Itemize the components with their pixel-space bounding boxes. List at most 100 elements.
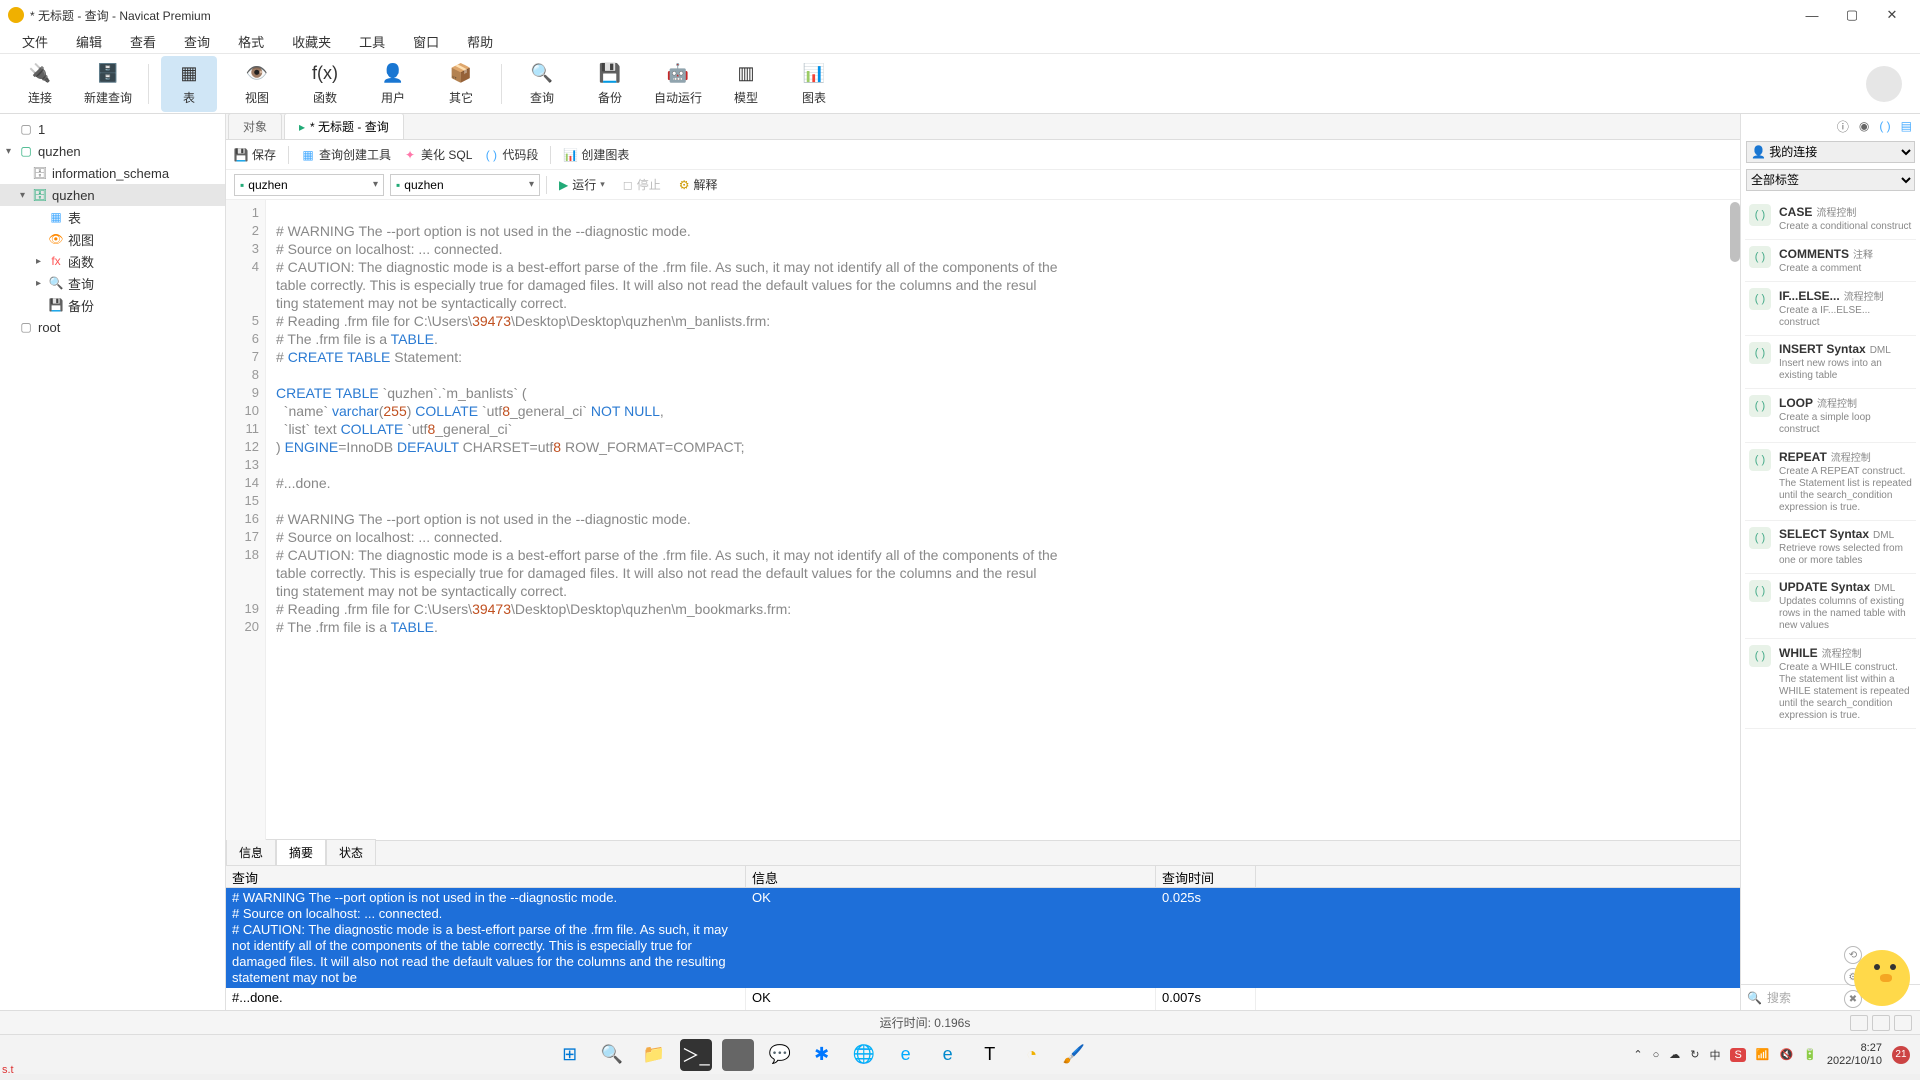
snippet-SELECT Syntax[interactable]: ( )SELECT SyntaxDMLRetrieve rows selecte… xyxy=(1745,521,1916,574)
tree-quzhen[interactable]: ▾▢quzhen xyxy=(0,140,225,162)
edge2-icon[interactable]: e xyxy=(932,1039,964,1071)
tree-备份[interactable]: 💾备份 xyxy=(0,294,225,316)
tray-chevron-icon[interactable]: ⌃ xyxy=(1633,1048,1642,1061)
tray-s-icon[interactable]: S xyxy=(1730,1048,1745,1062)
app-icon-1[interactable] xyxy=(722,1039,754,1071)
tray-wifi-icon[interactable]: 📶 xyxy=(1756,1048,1770,1061)
tray-battery-icon[interactable]: 🔋 xyxy=(1803,1048,1817,1061)
chrome-icon[interactable]: 🌐 xyxy=(848,1039,880,1071)
tree-1[interactable]: ▢1 xyxy=(0,118,225,140)
menu-工具[interactable]: 工具 xyxy=(345,32,399,51)
database-dropdown[interactable]: ▪quzhen▾ xyxy=(390,174,540,196)
notification-badge[interactable]: 21 xyxy=(1892,1046,1910,1064)
toolbar-用户[interactable]: 👤用户 xyxy=(365,56,421,112)
toolbar-连接[interactable]: 🔌连接 xyxy=(12,56,68,112)
layout-btn-3[interactable] xyxy=(1894,1015,1912,1031)
tree-表[interactable]: ▦表 xyxy=(0,206,225,228)
text-icon[interactable]: T xyxy=(974,1039,1006,1071)
explain-button[interactable]: ⚙解释 xyxy=(673,176,724,193)
connection-select[interactable]: 👤 我的连接 xyxy=(1746,141,1915,163)
snippet-icon[interactable]: ▤ xyxy=(1901,119,1912,133)
tray-volume-icon[interactable]: 🔇 xyxy=(1780,1048,1794,1061)
result-tab-状态[interactable]: 状态 xyxy=(326,839,376,865)
layout-btn-2[interactable] xyxy=(1872,1015,1890,1031)
tree-函数[interactable]: ▸fx函数 xyxy=(0,250,225,272)
navicat-icon[interactable]: ◔ xyxy=(1016,1039,1048,1071)
tree-root[interactable]: ▢root xyxy=(0,316,225,338)
tab-query[interactable]: ▸* 无标题 - 查询 xyxy=(284,113,404,139)
snippet-INSERT Syntax[interactable]: ( )INSERT SyntaxDMLInsert new rows into … xyxy=(1745,336,1916,389)
snippet-REPEAT[interactable]: ( )REPEAT流程控制Create A REPEAT construct. … xyxy=(1745,443,1916,521)
result-tab-信息[interactable]: 信息 xyxy=(226,839,276,865)
header-message[interactable]: 信息 xyxy=(746,866,1156,887)
close-button[interactable]: ✕ xyxy=(1872,1,1912,29)
explorer-icon[interactable]: 📁 xyxy=(638,1039,670,1071)
result-row[interactable]: # WARNING The --port option is not used … xyxy=(226,1008,1740,1010)
search-icon[interactable]: 🔍 xyxy=(596,1039,628,1071)
eye-icon[interactable]: ◉ xyxy=(1859,119,1869,133)
tray-cloud-icon[interactable]: ☁ xyxy=(1669,1048,1680,1061)
info-icon[interactable]: ⓘ xyxy=(1837,118,1849,135)
run-button[interactable]: ▶运行▾ xyxy=(553,176,611,193)
snippet-CASE[interactable]: ( )CASE流程控制Create a conditional construc… xyxy=(1745,198,1916,240)
start-button[interactable]: ⊞ xyxy=(554,1039,586,1071)
menu-收藏夹[interactable]: 收藏夹 xyxy=(278,32,345,51)
toolbar-新建查询[interactable]: 🗄️新建查询 xyxy=(80,56,136,112)
snippet-WHILE[interactable]: ( )WHILE流程控制Create a WHILE construct. Th… xyxy=(1745,639,1916,729)
toolbar-表[interactable]: ▦表 xyxy=(161,56,217,112)
app-icon-2[interactable]: ✱ xyxy=(806,1039,838,1071)
snippet-button[interactable]: ( )代码段 xyxy=(484,146,538,163)
tray-sync-icon[interactable]: ↻ xyxy=(1690,1048,1699,1061)
minimize-button[interactable]: — xyxy=(1792,1,1832,29)
user-avatar[interactable] xyxy=(1866,66,1902,102)
toolbar-图表[interactable]: 📊图表 xyxy=(786,56,842,112)
tree-查询[interactable]: ▸🔍查询 xyxy=(0,272,225,294)
tab-objects[interactable]: 对象 xyxy=(228,113,282,139)
brackets-icon[interactable]: ( ) xyxy=(1879,119,1890,133)
snippet-IF...ELSE...[interactable]: ( )IF...ELSE...流程控制Create a IF...ELSE...… xyxy=(1745,282,1916,336)
code-content[interactable]: # WARNING The --port option is not used … xyxy=(266,200,1740,840)
menu-查看[interactable]: 查看 xyxy=(116,32,170,51)
tray-ime-icon[interactable]: 中 xyxy=(1709,1047,1720,1063)
menu-格式[interactable]: 格式 xyxy=(224,32,278,51)
app-icon-3[interactable]: 🖌️ xyxy=(1058,1039,1090,1071)
toolbar-备份[interactable]: 💾备份 xyxy=(582,56,638,112)
menu-编辑[interactable]: 编辑 xyxy=(62,32,116,51)
toolbar-自动运行[interactable]: 🤖自动运行 xyxy=(650,56,706,112)
toolbar-其它[interactable]: 📦其它 xyxy=(433,56,489,112)
layout-btn-1[interactable] xyxy=(1850,1015,1868,1031)
mascot[interactable]: ⟲ ⚙ ✖ xyxy=(1844,940,1914,1010)
maximize-button[interactable]: ▢ xyxy=(1832,1,1872,29)
system-tray[interactable]: ⌃ ○ ☁ ↻ 中 S 📶 🔇 🔋 8:272022/10/10 21 xyxy=(1633,1042,1910,1068)
query-builder-button[interactable]: ▦查询创建工具 xyxy=(301,146,391,163)
sql-editor[interactable]: 1 2 3 4 5 6 7 8 9 10 11 12 13 14 15 16 1… xyxy=(226,200,1740,840)
menu-帮助[interactable]: 帮助 xyxy=(453,32,507,51)
tree-视图[interactable]: 👁视图 xyxy=(0,228,225,250)
clock[interactable]: 8:272022/10/10 xyxy=(1827,1042,1882,1068)
header-query[interactable]: 查询 xyxy=(226,866,746,887)
stop-button[interactable]: ◻停止 xyxy=(617,176,667,193)
wechat-icon[interactable]: 💬 xyxy=(764,1039,796,1071)
save-button[interactable]: 💾保存 xyxy=(234,146,276,163)
toolbar-查询[interactable]: 🔍查询 xyxy=(514,56,570,112)
menu-查询[interactable]: 查询 xyxy=(170,32,224,51)
result-row[interactable]: #...done.OK0.007s xyxy=(226,988,1740,1008)
snippet-UPDATE Syntax[interactable]: ( )UPDATE SyntaxDMLUpdates columns of ex… xyxy=(1745,574,1916,639)
toolbar-视图[interactable]: 👁️视图 xyxy=(229,56,285,112)
toolbar-模型[interactable]: ▥模型 xyxy=(718,56,774,112)
toolbar-函数[interactable]: f(x)函数 xyxy=(297,56,353,112)
menu-窗口[interactable]: 窗口 xyxy=(399,32,453,51)
edge-icon[interactable]: e xyxy=(890,1039,922,1071)
create-chart-button[interactable]: 📊创建图表 xyxy=(563,146,629,163)
header-time[interactable]: 查询时间 xyxy=(1156,866,1256,887)
snippet-COMMENTS[interactable]: ( )COMMENTS注释Create a comment xyxy=(1745,240,1916,282)
terminal-icon[interactable]: ＞_ xyxy=(680,1039,712,1071)
result-tab-摘要[interactable]: 摘要 xyxy=(276,839,326,865)
tags-select[interactable]: 全部标签 xyxy=(1746,169,1915,191)
menu-文件[interactable]: 文件 xyxy=(8,32,62,51)
connection-dropdown[interactable]: ▪quzhen▾ xyxy=(234,174,384,196)
beautify-sql-button[interactable]: ✦美化 SQL xyxy=(403,146,472,163)
result-row[interactable]: # WARNING The --port option is not used … xyxy=(226,888,1740,988)
editor-scrollbar[interactable] xyxy=(1730,202,1740,262)
tree-information_schema[interactable]: 🗄information_schema xyxy=(0,162,225,184)
